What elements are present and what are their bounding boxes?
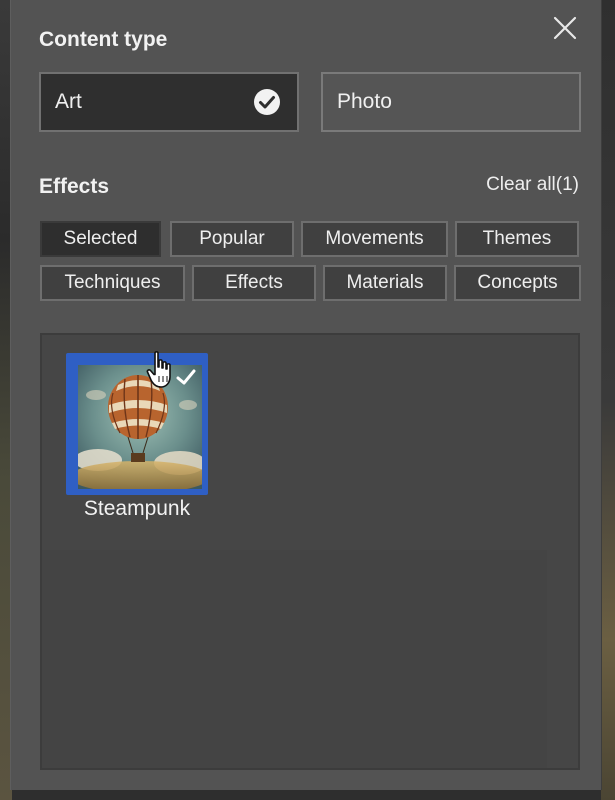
- checkmark-circle-icon: [254, 89, 280, 115]
- effect-tile-label: Steampunk: [83, 497, 191, 520]
- filter-chip-label: Effects: [225, 272, 283, 293]
- filter-chip-concepts[interactable]: Concepts: [454, 265, 581, 301]
- filter-chip-movements[interactable]: Movements: [301, 221, 448, 257]
- filter-chip-selected[interactable]: Selected: [40, 221, 161, 257]
- selected-checkmark-icon: [176, 369, 196, 385]
- filter-chip-label: Themes: [482, 228, 552, 249]
- clear-all-link[interactable]: Clear all(1): [486, 174, 579, 196]
- content-settings-panel: Content type Art Photo Effects Clear all…: [10, 0, 602, 790]
- filter-chip-materials[interactable]: Materials: [323, 265, 447, 301]
- content-type-photo-label: Photo: [337, 90, 392, 113]
- background-canvas-right: [601, 0, 615, 800]
- effects-heading: Effects: [39, 175, 110, 198]
- filter-chip-themes[interactable]: Themes: [455, 221, 579, 257]
- filter-chip-popular[interactable]: Popular: [170, 221, 294, 257]
- content-type-photo-option[interactable]: Photo: [321, 72, 581, 132]
- filter-chip-label: Movements: [325, 228, 424, 249]
- filter-chip-label: Materials: [346, 272, 424, 293]
- effects-grid-empty-region: [42, 550, 547, 768]
- content-type-heading: Content type: [39, 28, 168, 51]
- filter-chip-label: Popular: [199, 228, 265, 249]
- filter-chip-label: Concepts: [477, 272, 558, 293]
- filter-chip-label: Selected: [63, 228, 138, 249]
- content-type-art-option[interactable]: Art: [39, 72, 299, 132]
- close-button[interactable]: [551, 14, 579, 42]
- filter-chip-label: Techniques: [64, 272, 161, 293]
- filter-chip-effects[interactable]: Effects: [192, 265, 316, 301]
- content-type-art-label: Art: [55, 90, 82, 113]
- filter-chip-techniques[interactable]: Techniques: [40, 265, 185, 301]
- close-icon: [553, 16, 577, 40]
